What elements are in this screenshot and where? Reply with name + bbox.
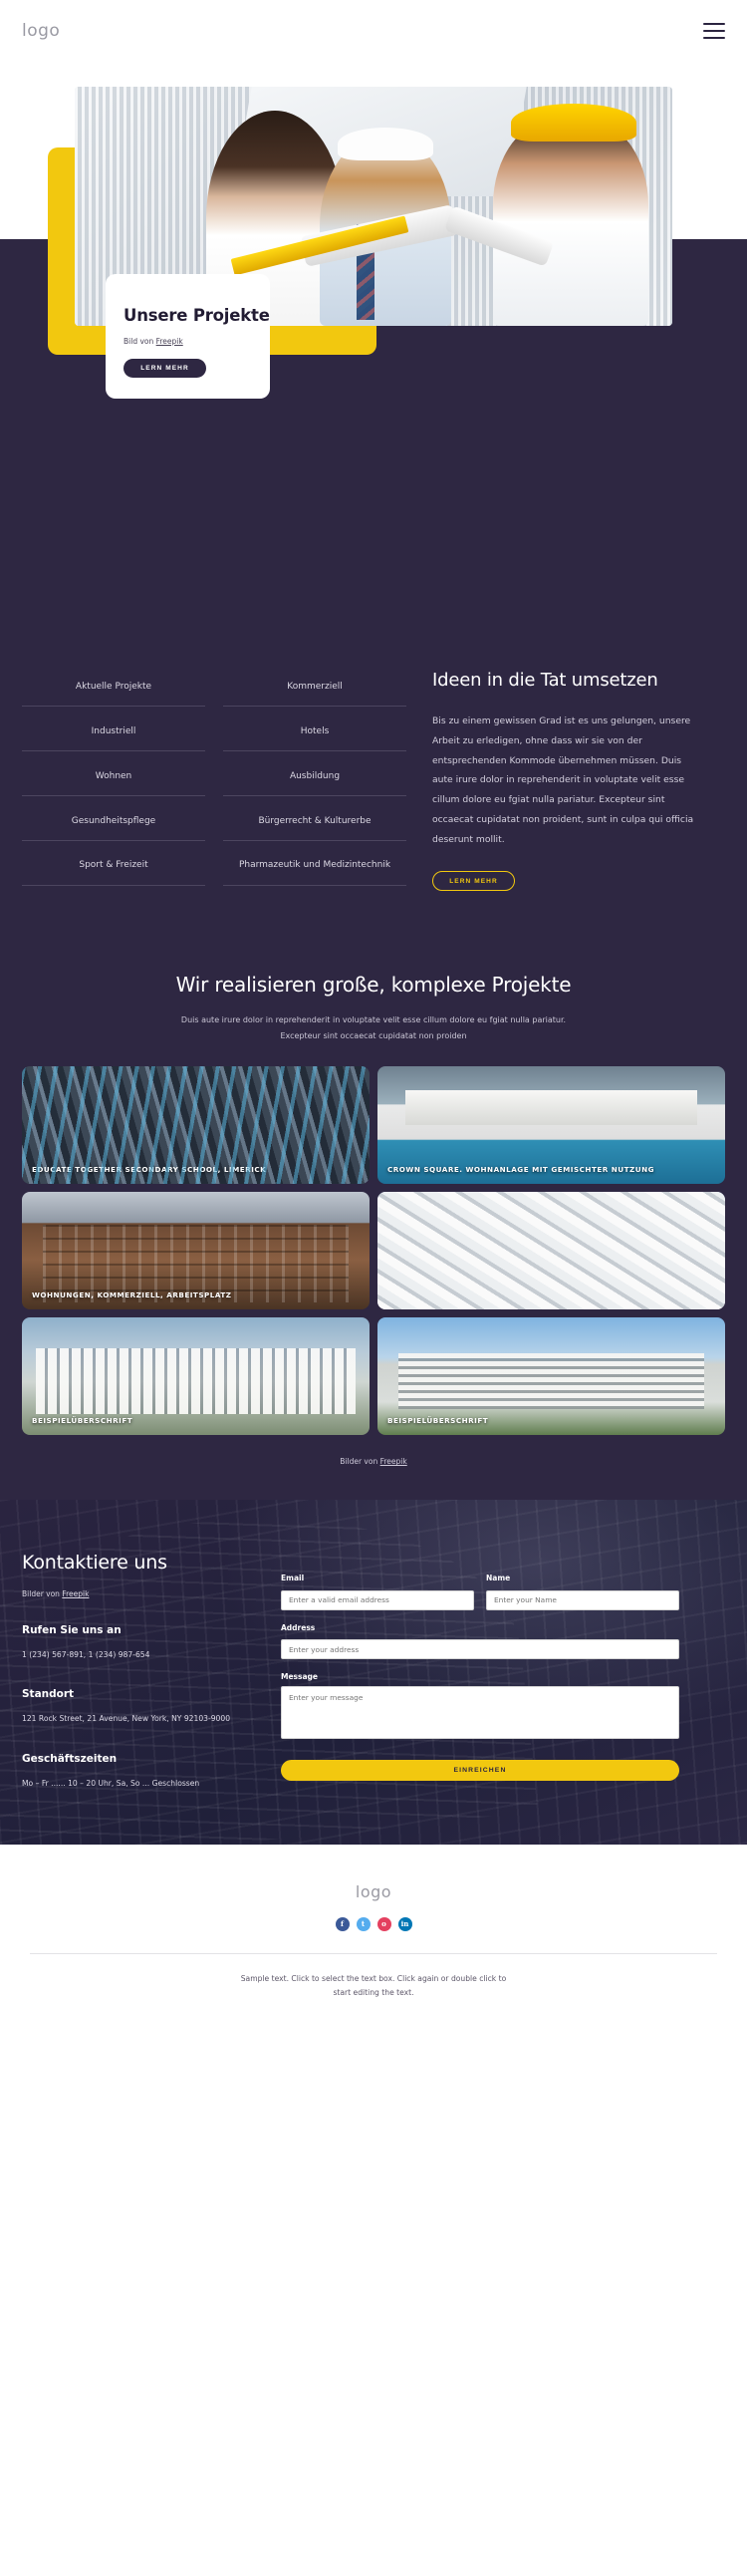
project-tile-caption: WOHNUNGEN, KOMMERZIELL, ARBEITSPLATZ	[32, 1289, 232, 1299]
site-logo[interactable]: logo	[22, 21, 60, 41]
category-item[interactable]: Sport & Freizeit	[22, 847, 205, 886]
contact-section: Kontaktiere uns Bilder von Freepik Rufen…	[0, 1500, 747, 1845]
footer-note: Sample text. Click to select the text bo…	[22, 1972, 725, 2001]
contact-location-block: Standort 121 Rock Street, 21 Avenue, New…	[22, 1688, 259, 1726]
category-grid: Aktuelle Projekte Kommerziell Industriel…	[22, 668, 406, 891]
credit-prefix: Bilder von	[340, 1457, 380, 1467]
intro-learn-more-button[interactable]: LERN MEHR	[432, 871, 515, 892]
intro-text-block: Ideen in die Tat umsetzen Bis zu einem g…	[432, 668, 701, 892]
site-header: logo	[0, 0, 747, 62]
footer-logo[interactable]: logo	[22, 1882, 725, 1901]
hero-learn-more-button[interactable]: LERN MEHR	[124, 359, 206, 378]
page-root: logo Unsere Projekte Bild von Freepik LE…	[0, 0, 747, 2031]
contact-phone-block: Rufen Sie uns an 1 (234) 567-891, 1 (234…	[22, 1624, 259, 1662]
submit-button[interactable]: EINREICHEN	[281, 1760, 679, 1782]
project-tile-caption: BEISPIELÜBERSCHRIFT	[387, 1415, 489, 1425]
credit-prefix: Bilder von	[22, 1589, 63, 1599]
twitter-icon[interactable]: t	[356, 1916, 371, 1931]
message-field-group: Message	[281, 1672, 679, 1743]
linkedin-icon[interactable]: in	[397, 1916, 412, 1931]
message-label: Message	[281, 1672, 318, 1682]
name-field-group: Name	[486, 1574, 679, 1610]
social-links: f t o in	[22, 1916, 725, 1931]
hero-image-credit: Bild von Freepik	[124, 337, 270, 346]
category-item[interactable]: Hotels	[223, 713, 406, 751]
project-tile[interactable]: WOHNUNGEN, KOMMERZIELL, ARBEITSPLATZ	[22, 1192, 370, 1310]
site-footer: logo f t o in Sample text. Click to sele…	[0, 1844, 747, 2031]
contact-phone-heading: Rufen Sie uns an	[22, 1624, 122, 1637]
project-tile[interactable]: HOCHSCHULPAKET 1	[377, 1192, 725, 1310]
project-tile[interactable]: BEISPIELÜBERSCHRIFT	[377, 1317, 725, 1436]
project-tile-caption: BEISPIELÜBERSCHRIFT	[32, 1415, 133, 1425]
project-tile-caption: HOCHSCHULPAKET 1	[387, 1289, 479, 1299]
contact-location-value: 121 Rock Street, 21 Avenue, New York, NY…	[22, 1714, 231, 1724]
page-title: Unsere Projekte	[124, 306, 270, 325]
email-label: Email	[281, 1574, 305, 1583]
email-input[interactable]	[281, 1589, 474, 1610]
contact-hours-block: Geschäftszeiten Mo – Fr ...... 10 – 20 U…	[22, 1753, 259, 1791]
facebook-icon[interactable]: f	[335, 1916, 350, 1931]
intro-body: Bis zu einem gewissen Grad ist es uns ge…	[432, 715, 694, 845]
projects-section: Wir realisieren große, komplexe Projekte…	[0, 951, 747, 1501]
contact-heading: Kontaktiere uns	[22, 1552, 167, 1574]
project-tile[interactable]: CROWN SQUARE. WOHNANLAGE MIT GEMISCHTER …	[377, 1066, 725, 1185]
category-item[interactable]: Ausbildung	[223, 757, 406, 796]
address-field-group: Address	[281, 1623, 679, 1660]
projects-heading: Wir realisieren große, komplexe Projekte	[175, 973, 572, 998]
footer-divider	[30, 1952, 717, 1954]
credit-link-freepik[interactable]: Freepik	[62, 1589, 89, 1598]
hero-section: Unsere Projekte Bild von Freepik LERN ME…	[0, 62, 747, 620]
hamburger-menu-icon[interactable]	[703, 23, 725, 39]
address-label: Address	[281, 1622, 316, 1632]
category-item[interactable]: Bürgerrecht & Kulturerbe	[223, 802, 406, 841]
categories-section: Aktuelle Projekte Kommerziell Industriel…	[0, 620, 747, 952]
email-field-group: Email	[281, 1574, 474, 1610]
contact-form: Email Name Address Message EINREIC	[281, 1552, 679, 1790]
contact-image-credit: Bilder von Freepik	[22, 1589, 259, 1598]
footer-note-line-1: Sample text. Click to select the text bo…	[240, 1973, 507, 1983]
category-item[interactable]: Gesundheitspflege	[22, 802, 205, 841]
projects-subtitle-line-1: Duis aute irure dolor in reprehenderit i…	[180, 1015, 567, 1025]
projects-grid: EDUCATE TOGETHER SECONDARY SCHOOL, LIMER…	[22, 1066, 725, 1436]
project-tile[interactable]: EDUCATE TOGETHER SECONDARY SCHOOL, LIMER…	[22, 1066, 370, 1185]
footer-note-line-2: start editing the text.	[333, 1987, 414, 1997]
credit-link-freepik[interactable]: Freepik	[380, 1457, 407, 1466]
hero-card: Unsere Projekte Bild von Freepik LERN ME…	[106, 274, 270, 399]
category-item[interactable]: Pharmazeutik und Medizintechnik	[223, 847, 406, 886]
contact-hours-heading: Geschäftszeiten	[22, 1752, 118, 1765]
category-item[interactable]: Industriell	[22, 713, 205, 751]
name-input[interactable]	[486, 1589, 679, 1610]
project-tile-caption: CROWN SQUARE. WOHNANLAGE MIT GEMISCHTER …	[387, 1164, 655, 1174]
project-tile-caption: EDUCATE TOGETHER SECONDARY SCHOOL, LIMER…	[32, 1164, 267, 1174]
address-input[interactable]	[281, 1639, 679, 1660]
contact-hours-value: Mo – Fr ...... 10 – 20 Uhr, Sa, So ... G…	[22, 1778, 200, 1788]
credit-prefix: Bild von	[124, 337, 156, 346]
credit-link-freepik[interactable]: Freepik	[156, 337, 183, 346]
contact-phone-value: 1 (234) 567-891, 1 (234) 987-654	[22, 1650, 150, 1660]
intro-heading: Ideen in die Tat umsetzen	[432, 670, 658, 691]
project-tile[interactable]: BEISPIELÜBERSCHRIFT	[22, 1317, 370, 1436]
contact-location-heading: Standort	[22, 1688, 75, 1701]
projects-subtitle-line-2: Excepteur sint occaecat cupidatat non pr…	[280, 1031, 467, 1041]
category-item[interactable]: Aktuelle Projekte	[22, 668, 205, 707]
category-item[interactable]: Kommerziell	[223, 668, 406, 707]
projects-subtitle: Duis aute irure dolor in reprehenderit i…	[22, 1012, 725, 1044]
category-item[interactable]: Wohnen	[22, 757, 205, 796]
contact-info-column: Kontaktiere uns Bilder von Freepik Rufen…	[22, 1552, 259, 1790]
message-textarea[interactable]	[281, 1686, 679, 1740]
instagram-icon[interactable]: o	[376, 1916, 391, 1931]
projects-image-credit: Bilder von Freepik	[22, 1457, 725, 1466]
name-label: Name	[486, 1574, 511, 1583]
